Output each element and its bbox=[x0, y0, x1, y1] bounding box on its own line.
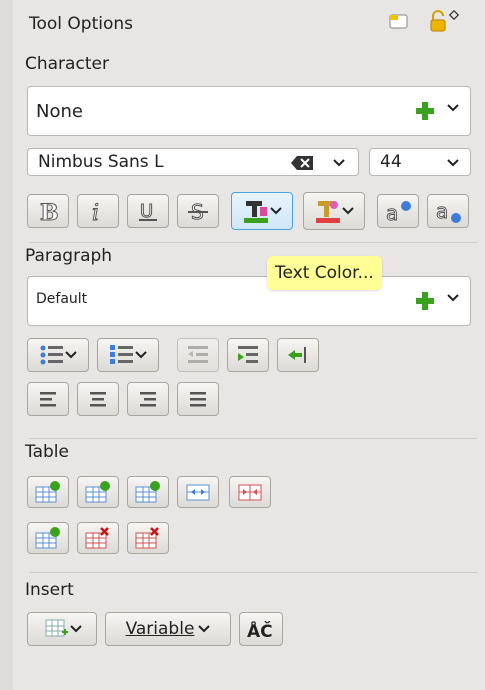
special-character-icon: ÅČ bbox=[246, 617, 276, 641]
insert-row-below-button[interactable] bbox=[27, 522, 69, 554]
font-size-combo[interactable]: 44 bbox=[369, 148, 471, 176]
italic-icon: i bbox=[85, 198, 111, 225]
variable-label: Variable bbox=[125, 619, 195, 639]
align-center-icon bbox=[87, 388, 109, 410]
text-color-tooltip: Text Color... bbox=[267, 256, 382, 290]
chevron-down-icon[interactable] bbox=[446, 103, 460, 113]
bold-button[interactable]: B bbox=[27, 194, 69, 228]
chevron-down-icon[interactable] bbox=[332, 158, 346, 168]
float-panel-icon[interactable] bbox=[389, 12, 409, 30]
font-family-combo[interactable]: Nimbus Sans L bbox=[27, 148, 359, 176]
underline-icon: U bbox=[135, 198, 161, 224]
chevron-down-icon[interactable] bbox=[446, 293, 460, 303]
chevron-down-icon bbox=[65, 351, 77, 359]
svg-text:U: U bbox=[140, 201, 153, 222]
add-style-icon[interactable] bbox=[414, 100, 436, 122]
font-family-value: Nimbus Sans L bbox=[38, 152, 164, 172]
insert-break-icon bbox=[286, 344, 310, 366]
decrease-indent-button[interactable] bbox=[177, 338, 219, 372]
superscript-button[interactable]: a bbox=[377, 194, 419, 228]
character-style-combo[interactable]: None bbox=[27, 86, 471, 136]
text-color-icon bbox=[242, 197, 270, 225]
bullet-list-button[interactable] bbox=[27, 338, 89, 372]
svg-text:B: B bbox=[40, 200, 59, 224]
chevron-down-icon bbox=[270, 207, 282, 215]
align-justify-icon bbox=[187, 388, 209, 410]
chevron-down-icon bbox=[70, 625, 82, 633]
align-justify-button[interactable] bbox=[177, 382, 219, 416]
insert-table-button[interactable] bbox=[27, 612, 97, 646]
align-right-button[interactable] bbox=[127, 382, 169, 416]
increase-indent-icon bbox=[236, 344, 260, 366]
split-cells-icon bbox=[237, 481, 263, 503]
panel-title: Tool Options bbox=[29, 14, 134, 34]
numbered-list-button[interactable] bbox=[97, 338, 159, 372]
character-style-value: None bbox=[36, 101, 83, 122]
section-character: Character bbox=[25, 54, 109, 74]
divider bbox=[29, 242, 477, 243]
divider bbox=[29, 572, 477, 573]
section-insert: Insert bbox=[25, 580, 74, 600]
section-paragraph: Paragraph bbox=[25, 246, 113, 266]
tool-options-panel: Tool Options Character None Nimbus Sans … bbox=[13, 0, 485, 690]
svg-text:i: i bbox=[92, 201, 99, 224]
svg-text:a: a bbox=[436, 199, 448, 223]
insert-column-left-icon bbox=[85, 481, 111, 503]
chevron-down-icon bbox=[198, 625, 211, 633]
svg-text:ÅČ: ÅČ bbox=[247, 619, 273, 641]
insert-break-button[interactable] bbox=[277, 338, 319, 372]
delete-row-icon bbox=[85, 527, 111, 549]
text-color-button[interactable] bbox=[231, 192, 293, 230]
align-left-button[interactable] bbox=[27, 382, 69, 416]
decrease-indent-icon bbox=[186, 344, 210, 366]
variable-button[interactable]: Variable bbox=[105, 612, 231, 646]
merge-cells-icon bbox=[185, 481, 211, 503]
background-color-icon bbox=[314, 197, 342, 225]
delete-row-button[interactable] bbox=[77, 522, 119, 554]
chevron-down-icon[interactable] bbox=[446, 158, 460, 168]
panel-header-icons bbox=[389, 10, 459, 32]
svg-text:a: a bbox=[386, 201, 398, 224]
bullet-list-icon bbox=[39, 344, 65, 366]
add-style-icon[interactable] bbox=[414, 290, 436, 312]
divider bbox=[29, 438, 477, 439]
numbered-list-icon bbox=[109, 344, 135, 366]
lock-panel-icon[interactable] bbox=[429, 10, 459, 32]
strikethrough-button[interactable]: S bbox=[177, 194, 219, 228]
paragraph-style-value: Default bbox=[36, 291, 88, 307]
underline-button[interactable]: U bbox=[127, 194, 169, 228]
insert-table-icon bbox=[42, 617, 70, 641]
align-right-icon bbox=[137, 388, 159, 410]
clear-font-icon[interactable] bbox=[290, 155, 314, 171]
chevron-down-icon bbox=[135, 351, 147, 359]
subscript-icon: a bbox=[434, 198, 462, 224]
insert-column-right-icon bbox=[135, 481, 161, 503]
align-left-icon bbox=[37, 388, 59, 410]
delete-column-icon bbox=[135, 527, 161, 549]
insert-column-left-button[interactable] bbox=[77, 476, 119, 508]
superscript-icon: a bbox=[384, 198, 412, 224]
insert-special-character-button[interactable]: ÅČ bbox=[239, 612, 283, 646]
background-color-button[interactable] bbox=[303, 192, 365, 230]
italic-button[interactable]: i bbox=[77, 194, 119, 228]
strikethrough-icon: S bbox=[185, 198, 211, 224]
merge-cells-button[interactable] bbox=[177, 476, 219, 508]
bold-icon: B bbox=[35, 198, 61, 225]
section-table: Table bbox=[25, 442, 69, 462]
insert-row-below-icon bbox=[35, 527, 61, 549]
insert-row-above-button[interactable] bbox=[27, 476, 69, 508]
split-cells-button[interactable] bbox=[229, 476, 271, 508]
paragraph-style-combo[interactable]: Default bbox=[27, 276, 471, 326]
font-size-value: 44 bbox=[380, 152, 402, 172]
insert-row-above-icon bbox=[35, 481, 61, 503]
subscript-button[interactable]: a bbox=[427, 194, 469, 228]
insert-column-right-button[interactable] bbox=[127, 476, 169, 508]
delete-column-button[interactable] bbox=[127, 522, 169, 554]
chevron-down-icon bbox=[342, 207, 354, 215]
align-center-button[interactable] bbox=[77, 382, 119, 416]
increase-indent-button[interactable] bbox=[227, 338, 269, 372]
